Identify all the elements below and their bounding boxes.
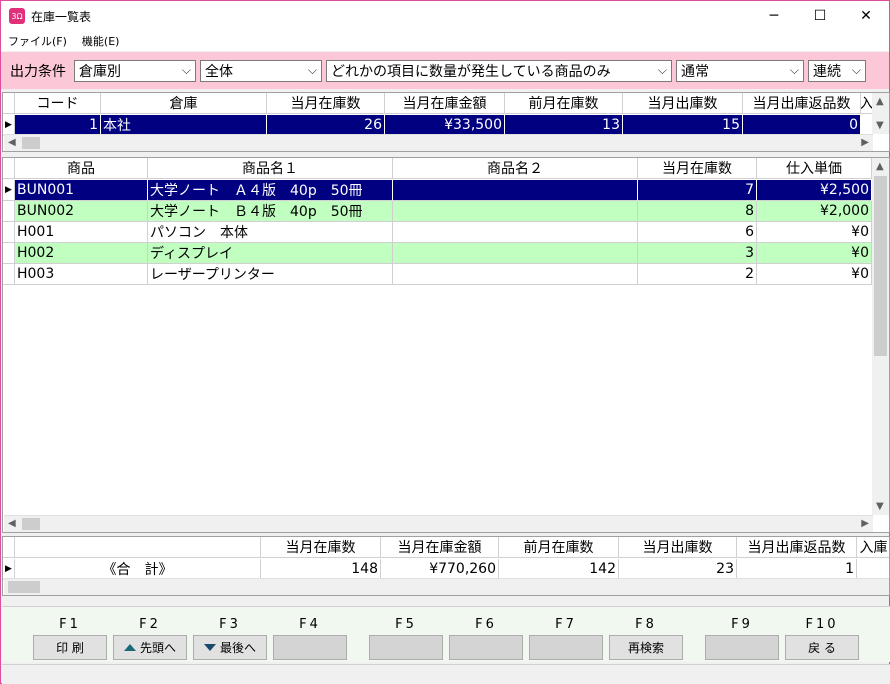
window-title: 在庫一覧表 — [31, 9, 92, 24]
back-button[interactable]: 戻 る — [785, 635, 859, 660]
minimize-button[interactable]: ─ — [751, 1, 797, 31]
research-button[interactable]: 再検索 — [609, 635, 683, 660]
col-header[interactable]: 商品名１ — [148, 158, 393, 179]
f10-key: F10 戻 る — [785, 607, 859, 660]
chevron-down-icon: ⌵ — [307, 62, 317, 77]
f4-key: F4 — [273, 607, 347, 660]
maximize-button[interactable]: ☐ — [797, 1, 843, 31]
app-icon: 3Ω — [9, 8, 25, 24]
col-header[interactable]: 前月在庫数 — [499, 537, 619, 558]
col-header[interactable]: 商品 — [15, 158, 148, 179]
table-row[interactable]: ▶ 1 本社 26 ¥33,500 13 15 0 — [3, 115, 861, 136]
f7-key: F7 — [529, 607, 603, 660]
f2-key: F2 先頭へ — [113, 607, 187, 660]
col-header[interactable]: 当月出庫返品数 — [743, 93, 861, 114]
col-header[interactable]: 当月在庫金額 — [385, 93, 505, 114]
warehouse-header-row: コード 倉庫 当月在庫数 当月在庫金額 前月在庫数 当月出庫数 当月出庫返品数 … — [3, 93, 873, 114]
col-header[interactable]: 当月在庫数 — [267, 93, 385, 114]
app-window: 3Ω 在庫一覧表 ─ ☐ ✕ ファイル(F) 機能(E) 出力条件 倉庫別 ⌵ 全… — [0, 0, 890, 684]
col-header — [15, 537, 261, 558]
product-header-row: 商品 商品名１ 商品名２ 当月在庫数 仕入単価 — [3, 158, 872, 179]
warehouse-grid: コード 倉庫 当月在庫数 当月在庫金額 前月在庫数 当月出庫数 当月出庫返品数 … — [2, 92, 890, 152]
col-header[interactable]: 前月在庫数 — [505, 93, 623, 114]
row-pointer-icon: ▶ — [3, 115, 15, 136]
totals-label: 《合 計》 — [15, 559, 261, 580]
scroll-right-icon[interactable]: ▶ — [861, 518, 869, 529]
scroll-down-icon[interactable]: ▼ — [876, 501, 884, 512]
table-row[interactable]: BUN002 大学ノート Ｂ４版 40p 50冊 8 ¥2,000 — [3, 201, 872, 222]
col-header[interactable]: 当月在庫金額 — [381, 537, 499, 558]
f6-key: F6 — [449, 607, 523, 660]
scroll-right-icon[interactable]: ▶ — [861, 137, 869, 148]
scroll-thumb[interactable] — [874, 176, 887, 356]
f5-key: F5 — [369, 607, 443, 660]
filter-label: 出力条件 — [10, 63, 66, 80]
go-last-button[interactable]: 最後へ — [193, 635, 267, 660]
continuity-select[interactable]: 連続 ⌵ — [808, 59, 866, 82]
vertical-scrollbar[interactable]: ▲ ▼ — [872, 158, 889, 515]
totals-row[interactable]: ▶ 《合 計》 148 ¥770,260 142 23 1 — [3, 559, 857, 580]
table-row[interactable]: H003 レーザープリンター 2 ¥0 — [3, 264, 872, 285]
table-row[interactable]: ▶ BUN001 大学ノート Ａ４版 40p 50冊 7 ¥2,500 — [3, 180, 872, 201]
col-header[interactable]: 入庫 — [857, 537, 889, 558]
totals-header-row: 当月在庫数 当月在庫金額 前月在庫数 当月出庫数 当月出庫返品数 入庫 — [3, 537, 889, 558]
f6-button[interactable] — [449, 635, 523, 660]
col-header[interactable]: 倉庫 — [101, 93, 267, 114]
warehouse-mode-select[interactable]: 倉庫別 ⌵ — [74, 59, 196, 82]
totals-grid: 当月在庫数 当月在庫金額 前月在庫数 当月出庫数 当月出庫返品数 入庫 ▶ 《合… — [2, 536, 890, 596]
close-button[interactable]: ✕ — [843, 1, 889, 31]
col-header[interactable]: コード — [15, 93, 101, 114]
go-first-button[interactable]: 先頭へ — [113, 635, 187, 660]
col-header[interactable]: 当月出庫数 — [623, 93, 743, 114]
function-key-bar: F1 印 刷 F2 先頭へ F3 最後へ F4 F5 F6 F7 F8 再検索 … — [2, 606, 890, 662]
scroll-left-icon[interactable]: ◀ — [8, 137, 16, 148]
chevron-down-icon: ⌵ — [657, 62, 667, 77]
f8-key: F8 再検索 — [609, 607, 683, 660]
menu-bar: ファイル(F) 機能(E) — [1, 31, 889, 51]
col-header[interactable]: 当月在庫数 — [638, 158, 757, 179]
col-header[interactable]: 商品名２ — [393, 158, 638, 179]
table-row[interactable]: H002 ディスプレイ 3 ¥0 — [3, 243, 872, 264]
chevron-down-icon: ⌵ — [789, 62, 799, 77]
scroll-down-icon[interactable]: ▼ — [876, 120, 884, 131]
product-condition-select[interactable]: どれかの項目に数量が発生している商品のみ ⌵ — [326, 59, 672, 82]
menu-file[interactable]: ファイル(F) — [8, 33, 67, 49]
chevron-down-icon: ⌵ — [181, 62, 191, 77]
product-grid: 商品 商品名１ 商品名２ 当月在庫数 仕入単価 ▶ BUN001 大学ノート Ａ… — [2, 157, 890, 533]
scroll-left-icon[interactable]: ◀ — [8, 518, 16, 529]
table-row[interactable]: H001 パソコン 本体 6 ¥0 — [3, 222, 872, 243]
f9-button[interactable] — [705, 635, 779, 660]
title-bar: 3Ω 在庫一覧表 ─ ☐ ✕ — [1, 1, 889, 31]
status-bar — [2, 664, 890, 684]
col-header[interactable]: 当月在庫数 — [261, 537, 381, 558]
filter-bar: 出力条件 倉庫別 ⌵ 全体 ⌵ どれかの項目に数量が発生している商品のみ ⌵ 通常 ⌵ … — [1, 52, 889, 89]
row-pointer-icon: ▶ — [3, 180, 15, 201]
row-pointer-icon: ▶ — [3, 559, 15, 580]
col-header[interactable]: 当月出庫返品数 — [737, 537, 857, 558]
f9-key: F9 — [705, 607, 779, 660]
scroll-up-icon[interactable]: ▲ — [876, 96, 884, 107]
f1-key: F1 印 刷 — [33, 607, 107, 660]
chevron-down-icon: ⌵ — [851, 62, 861, 77]
horizontal-scrollbar[interactable]: ◀ ▶ — [4, 515, 873, 532]
menu-function[interactable]: 機能(E) — [82, 33, 120, 49]
f7-button[interactable] — [529, 635, 603, 660]
scroll-thumb[interactable] — [22, 518, 40, 530]
scroll-up-icon[interactable]: ▲ — [876, 161, 884, 172]
col-header[interactable]: 当月出庫数 — [619, 537, 737, 558]
col-header[interactable]: 仕入単価 — [757, 158, 872, 179]
f3-key: F3 最後へ — [193, 607, 267, 660]
f5-button[interactable] — [369, 635, 443, 660]
scroll-thumb[interactable] — [8, 581, 40, 593]
down-arrow-icon — [203, 644, 216, 651]
print-button[interactable]: 印 刷 — [33, 635, 107, 660]
horizontal-scrollbar[interactable] — [4, 578, 889, 595]
horizontal-scrollbar[interactable]: ◀ ▶ — [4, 134, 873, 151]
scope-select[interactable]: 全体 ⌵ — [200, 59, 322, 82]
mode-select[interactable]: 通常 ⌵ — [676, 59, 804, 82]
vertical-scrollbar[interactable]: ▲ ▼ — [872, 93, 889, 134]
scroll-thumb[interactable] — [22, 137, 40, 149]
f4-button[interactable] — [273, 635, 347, 660]
up-arrow-icon — [123, 644, 136, 651]
